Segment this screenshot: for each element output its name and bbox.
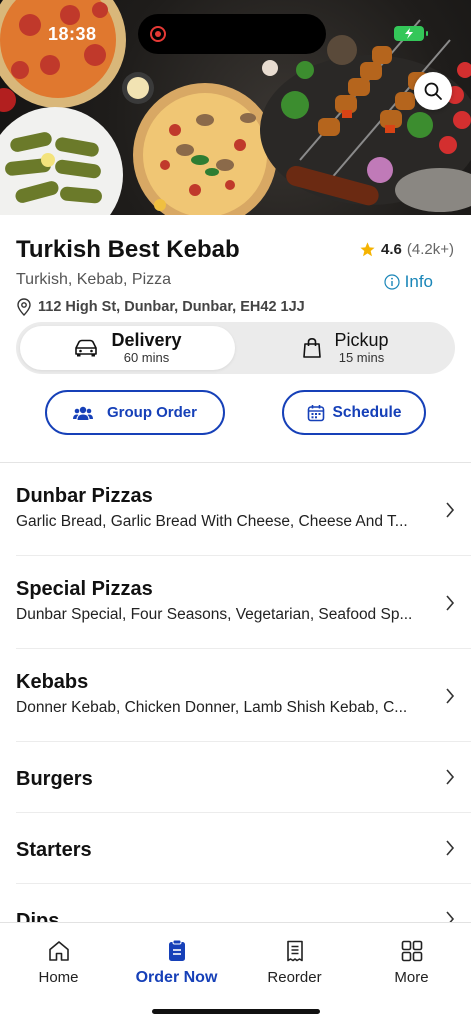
rating-score: 4.6 xyxy=(381,241,402,258)
menu-category-kebabs[interactable]: Kebabs Donner Kebab, Chicken Donner, Lam… xyxy=(16,649,471,742)
group-order-label: Group Order xyxy=(106,404,197,421)
chevron-right-icon xyxy=(446,502,455,518)
star-icon xyxy=(360,242,375,257)
category-title: Dunbar Pizzas xyxy=(16,485,153,507)
tab-label: Reorder xyxy=(267,969,322,986)
search-icon xyxy=(424,82,442,100)
pickup-option[interactable]: Pickup 15 mins xyxy=(240,326,451,370)
category-description: Garlic Bread, Garlic Bread With Cheese, … xyxy=(16,513,408,530)
battery-charging-icon xyxy=(394,26,428,41)
calendar-icon xyxy=(307,404,324,421)
grid-icon xyxy=(401,940,422,962)
chevron-right-icon xyxy=(446,840,455,856)
menu-category-burgers[interactable]: Burgers xyxy=(16,742,471,813)
menu-category-special-pizzas[interactable]: Special Pizzas Dunbar Special, Four Seas… xyxy=(16,556,471,649)
category-description: Dunbar Special, Four Seasons, Vegetarian… xyxy=(16,606,413,623)
info-label: Info xyxy=(404,272,433,291)
pickup-label: Pickup xyxy=(334,330,389,351)
chevron-right-icon xyxy=(446,595,455,611)
recording-indicator-icon xyxy=(150,26,166,42)
tab-label: Order Now xyxy=(135,969,218,986)
tab-home[interactable]: Home xyxy=(0,939,117,986)
schedule-label: Schedule xyxy=(332,403,402,421)
category-title: Kebabs xyxy=(16,671,89,693)
category-title: Starters xyxy=(16,839,92,861)
order-bag-icon xyxy=(168,939,185,961)
search-button[interactable] xyxy=(414,72,452,110)
chevron-right-icon xyxy=(446,688,455,704)
category-description: Donner Kebab, Chicken Donner, Lamb Shish… xyxy=(16,699,408,716)
home-indicator xyxy=(152,1009,320,1014)
info-link[interactable]: Info xyxy=(384,272,433,292)
receipt-icon xyxy=(286,940,303,962)
delivery-time: 60 mins xyxy=(123,349,170,365)
restaurant-name: Turkish Best Kebab xyxy=(16,236,240,263)
location-pin-icon xyxy=(17,298,31,316)
group-users-icon xyxy=(72,406,93,420)
delivery-label: Delivery xyxy=(111,330,182,351)
tab-more[interactable]: More xyxy=(353,939,470,986)
schedule-button[interactable]: Schedule xyxy=(282,390,426,435)
rating-count: (4.2k+) xyxy=(406,241,454,258)
menu-category-list: Dunbar Pizzas Garlic Bread, Garlic Bread… xyxy=(0,463,471,955)
rating: 4.6 (4.2k+) xyxy=(359,241,454,258)
fulfilment-toggle: Delivery 60 mins Pickup 15 mins xyxy=(16,322,455,374)
chevron-right-icon xyxy=(446,769,455,785)
home-icon xyxy=(48,941,69,961)
menu-category-starters[interactable]: Starters xyxy=(16,813,471,884)
address-text: 112 High St, Dunbar, Dunbar, EH42 1JJ xyxy=(38,299,305,315)
group-order-button[interactable]: Group Order xyxy=(45,390,225,435)
address: 112 High St, Dunbar, Dunbar, EH42 1JJ xyxy=(16,298,305,316)
tab-reorder[interactable]: Reorder xyxy=(236,939,353,986)
cuisine-list: Turkish, Kebab, Pizza xyxy=(16,271,172,288)
car-icon xyxy=(75,339,98,357)
shopping-bag-icon xyxy=(303,337,322,358)
tab-label: More xyxy=(394,969,429,986)
delivery-option[interactable]: Delivery 60 mins xyxy=(20,326,235,370)
tab-label: Home xyxy=(38,969,79,986)
status-bar-time: 18:38 xyxy=(48,24,97,44)
category-title: Special Pizzas xyxy=(16,578,153,600)
info-icon xyxy=(384,274,400,290)
menu-category-dunbar-pizzas[interactable]: Dunbar Pizzas Garlic Bread, Garlic Bread… xyxy=(16,463,471,556)
tab-order-now[interactable]: Order Now xyxy=(118,939,235,987)
category-title: Burgers xyxy=(16,768,93,790)
pickup-time: 15 mins xyxy=(338,349,385,365)
dynamic-island xyxy=(138,14,326,54)
